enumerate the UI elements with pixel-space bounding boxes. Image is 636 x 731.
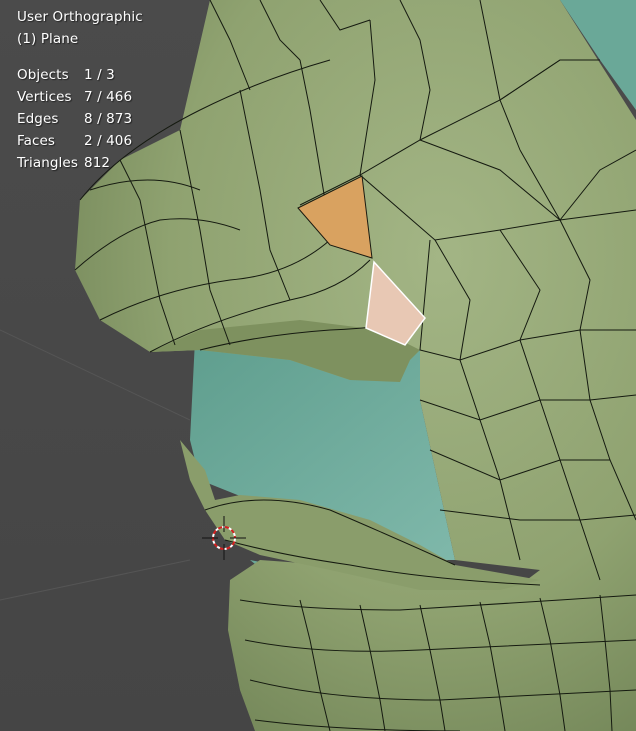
overlay-spacer	[17, 50, 143, 64]
stat-row-vertices: Vertices 7 / 466	[17, 86, 143, 108]
stat-value: 8 / 873	[84, 111, 133, 127]
stat-value: 1 / 3	[84, 67, 115, 83]
stat-value: 812	[84, 155, 111, 171]
stat-label: Edges	[17, 111, 59, 127]
viewport-info-overlay: User Orthographic (1) Plane Objects 1 / …	[17, 6, 143, 174]
stat-label: Triangles	[17, 155, 78, 171]
stat-row-objects: Objects 1 / 3	[17, 64, 143, 86]
stat-label: Vertices	[17, 89, 72, 105]
3d-viewport[interactable]: User Orthographic (1) Plane Objects 1 / …	[0, 0, 636, 731]
stat-row-edges: Edges 8 / 873	[17, 108, 143, 130]
stat-row-faces: Faces 2 / 406	[17, 130, 143, 152]
stat-label: Faces	[17, 133, 56, 149]
active-object-label: (1) Plane	[17, 31, 79, 47]
view-name-label: User Orthographic	[17, 9, 143, 25]
stat-label: Objects	[17, 67, 69, 83]
stat-row-triangles: Triangles 812	[17, 152, 143, 174]
stat-value: 7 / 466	[84, 89, 133, 105]
stat-value: 2 / 406	[84, 133, 133, 149]
